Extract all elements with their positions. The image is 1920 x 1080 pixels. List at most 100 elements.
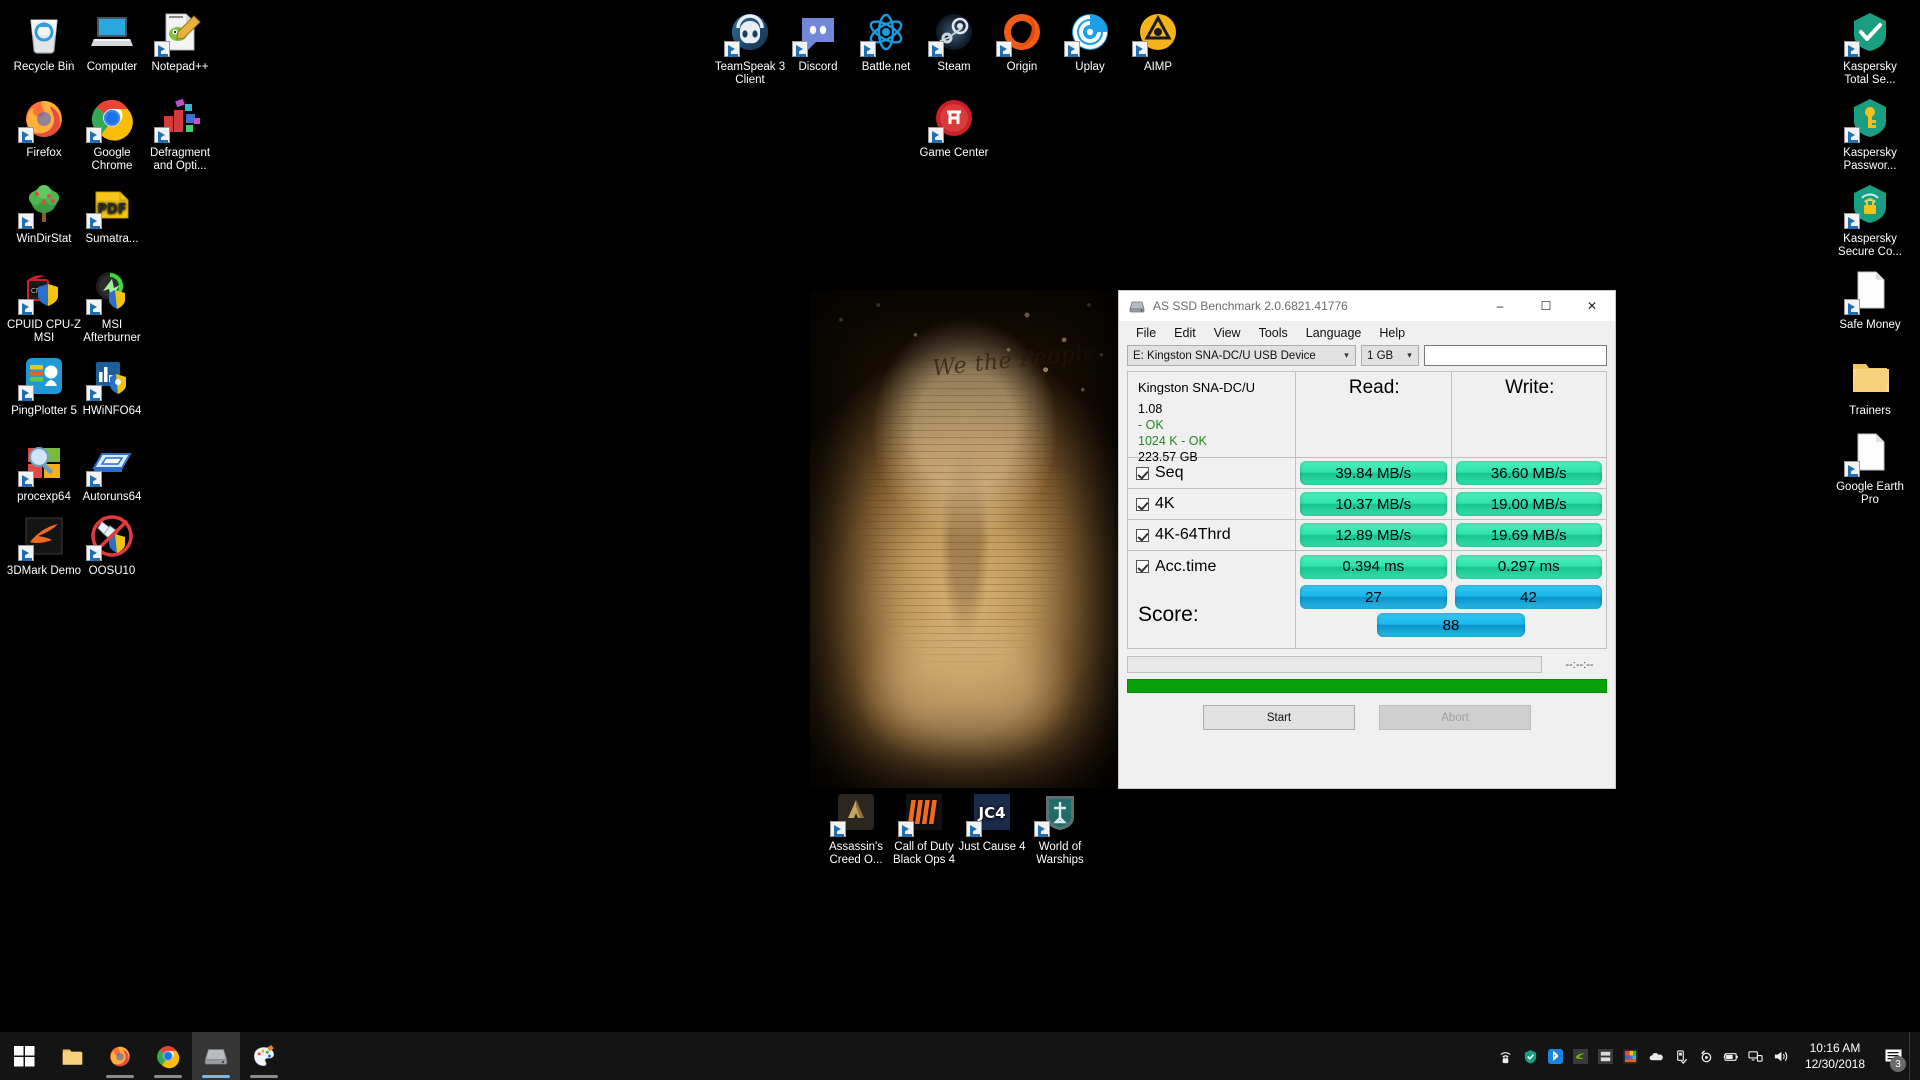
desktop-icon-safe-money[interactable]: Safe Money (1832, 266, 1908, 332)
desktop-icon-world-of-warships[interactable]: World of Warships (1022, 788, 1098, 866)
start-button[interactable] (0, 1032, 48, 1080)
benchmark-row: Acc.time 0.394 ms 0.297 ms (1128, 551, 1606, 582)
procexp-icon (18, 438, 68, 487)
benchmark-row: 4K 10.37 MB/s 19.00 MB/s (1128, 489, 1606, 520)
desktop-icon-label: Kaspersky Passwor... (1843, 147, 1897, 172)
as-ssd-benchmark-window[interactable]: AS SSD Benchmark 2.0.6821.41776 – ☐ ✕ Fi… (1118, 290, 1616, 789)
menu-bar[interactable]: File Edit View Tools Language Help (1119, 322, 1615, 345)
desktop-icon-discord[interactable]: Discord (780, 8, 856, 74)
menu-item-file[interactable]: File (1127, 324, 1165, 341)
onedrive-icon[interactable] (1643, 1032, 1668, 1080)
desktop-icon-notepadpp[interactable]: Notepad++ (142, 8, 218, 74)
close-button[interactable]: ✕ (1569, 291, 1615, 322)
folder-icon (1846, 352, 1894, 400)
oosu10-icon (86, 512, 136, 561)
corsair-icon[interactable] (1693, 1032, 1718, 1080)
volume-icon[interactable] (1768, 1032, 1793, 1080)
checkbox-acc-time[interactable] (1136, 560, 1149, 573)
desktop-icon-game-center[interactable]: Game Center (916, 94, 992, 160)
desktop-icon-battlenet[interactable]: Battle.net (848, 8, 924, 74)
show-desktop-button[interactable] (1909, 1032, 1916, 1080)
write-column-header: Write: (1505, 377, 1555, 398)
window-titlebar[interactable]: AS SSD Benchmark 2.0.6821.41776 – ☐ ✕ (1119, 291, 1615, 322)
clock[interactable]: 10:16 AM 12/30/2018 (1793, 1032, 1877, 1080)
desktop-icon-chrome[interactable]: Google Chrome (74, 94, 150, 172)
score-write-cell: 42 (1451, 582, 1606, 612)
msi-afterburner-tray-icon[interactable] (1593, 1032, 1618, 1080)
start-button[interactable]: Start (1203, 705, 1355, 730)
menu-item-edit[interactable]: Edit (1165, 324, 1205, 341)
action-center-icon[interactable]: 3 (1877, 1032, 1909, 1080)
menu-item-language[interactable]: Language (1297, 324, 1371, 341)
desktop-icon-label: Kaspersky Secure Co... (1838, 233, 1902, 258)
desktop-icon-sumatrapdf[interactable]: PDF Sumatra... (74, 180, 150, 246)
desktop-icon-autoruns[interactable]: Autoruns64 (74, 438, 150, 504)
desktop-icon-procexp[interactable]: procexp64 (6, 438, 82, 504)
desktop-icon-recycle-bin[interactable]: Recycle Bin (6, 8, 82, 74)
desktop-icon-firefox[interactable]: Firefox (6, 94, 82, 160)
drive-firmware: 1.08 (1138, 402, 1163, 416)
taskbar-item-file-explorer[interactable] (48, 1032, 96, 1080)
size-select[interactable]: 1 GB ▾ (1361, 345, 1419, 366)
taskbar-item-paint[interactable] (240, 1032, 288, 1080)
desktop-icon-teamspeak[interactable]: TeamSpeak 3 Client (712, 8, 788, 86)
wifi-security-icon[interactable] (1493, 1032, 1518, 1080)
maximize-button[interactable]: ☐ (1523, 291, 1569, 322)
desktop-icon-3dmark[interactable]: 3DMark Demo (6, 512, 82, 578)
desktop-icon-msi-afterburner[interactable]: MSI Afterburner (74, 266, 150, 344)
menu-item-help[interactable]: Help (1370, 324, 1414, 341)
battery-icon[interactable] (1718, 1032, 1743, 1080)
size-select-value: 1 GB (1367, 349, 1394, 362)
taskbar-item-firefox[interactable] (96, 1032, 144, 1080)
desktop-icon-kaspersky-total-security[interactable]: Kaspersky Total Se... (1832, 8, 1908, 86)
checkbox-4k[interactable] (1136, 497, 1149, 511)
bluetooth-icon[interactable] (1543, 1032, 1568, 1080)
menu-item-tools[interactable]: Tools (1250, 324, 1297, 341)
desktop-icon-hwinfo64[interactable]: HWiNFO64 (74, 352, 150, 418)
minimize-button[interactable]: – (1477, 291, 1523, 322)
menu-item-view[interactable]: View (1205, 324, 1250, 341)
status-row: --:--:-- (1127, 656, 1607, 673)
shortcut-overlay-icon (86, 545, 102, 561)
desktop-icon-origin[interactable]: Origin (984, 8, 1060, 74)
desktop-icon-kaspersky-password-manager[interactable]: Kaspersky Passwor... (1832, 94, 1908, 172)
desktop-icon-label: Google Earth Pro (1836, 481, 1904, 506)
desktop-icon-just-cause-4[interactable]: JC4 Just Cause 4 (954, 788, 1030, 854)
desktop-icon-computer[interactable]: Computer (74, 8, 150, 74)
desktop-icon-aimp[interactable]: AIMP (1120, 8, 1196, 74)
shortcut-overlay-icon (1132, 41, 1148, 57)
desktop-icon-call-of-duty-bo4[interactable]: Call of Duty Black Ops 4 (886, 788, 962, 866)
color-profile-icon[interactable] (1618, 1032, 1643, 1080)
desktop-icon-assassins-creed-odyssey[interactable]: Assassin's Creed O... (818, 788, 894, 866)
shortcut-overlay-icon (928, 41, 944, 57)
desktop-icon-folder[interactable]: Trainers (1832, 352, 1908, 418)
desktop-icon-cpuz[interactable]: CPU CPUID CPU-Z MSI (6, 266, 82, 344)
drive-select[interactable]: E: Kingston SNA-DC/U USB Device ▾ (1127, 345, 1356, 366)
desktop-icon-uplay[interactable]: Uplay (1052, 8, 1128, 74)
info-text-input[interactable] (1424, 345, 1607, 366)
checkbox-seq[interactable] (1136, 466, 1149, 480)
nvidia-icon[interactable] (1568, 1032, 1593, 1080)
taskbar[interactable]: 10:16 AM 12/30/2018 3 (0, 1032, 1920, 1080)
taskbar-item-google-chrome[interactable] (144, 1032, 192, 1080)
desktop[interactable]: We the People Recycle Bin Computer Notepad… (0, 0, 1920, 1080)
checkbox-4k-64thrd[interactable] (1136, 528, 1149, 542)
network-icon[interactable] (1743, 1032, 1768, 1080)
desktop-icon-defrag[interactable]: Defragment and Opti... (142, 94, 218, 172)
windirstat-icon (18, 180, 68, 229)
safely-remove-hardware-icon[interactable] (1668, 1032, 1693, 1080)
desktop-icon-pingplotter[interactable]: PingPlotter 5 (6, 352, 82, 418)
desktop-icon-steam[interactable]: Steam (916, 8, 992, 74)
desktop-icon-windirstat[interactable]: WinDirStat (6, 180, 82, 246)
system-tray[interactable]: 10:16 AM 12/30/2018 3 (1493, 1032, 1920, 1080)
abort-button: Abort (1379, 705, 1531, 730)
shortcut-overlay-icon (18, 299, 34, 315)
kaspersky-icon[interactable] (1518, 1032, 1543, 1080)
desktop-icon-label: Defragment and Opti... (149, 147, 211, 172)
desktop-icon-oosu10[interactable]: OOSU10 (74, 512, 150, 578)
taskbar-item-as-ssd-benchmark[interactable] (192, 1032, 240, 1080)
desktop-icon-label: Computer (86, 61, 138, 73)
toolbar[interactable]: E: Kingston SNA-DC/U USB Device ▾ 1 GB ▾ (1119, 345, 1615, 371)
desktop-icon-google-earth-pro[interactable]: Google Earth Pro (1832, 428, 1908, 506)
desktop-icon-kaspersky-secure-connection[interactable]: Kaspersky Secure Co... (1832, 180, 1908, 258)
